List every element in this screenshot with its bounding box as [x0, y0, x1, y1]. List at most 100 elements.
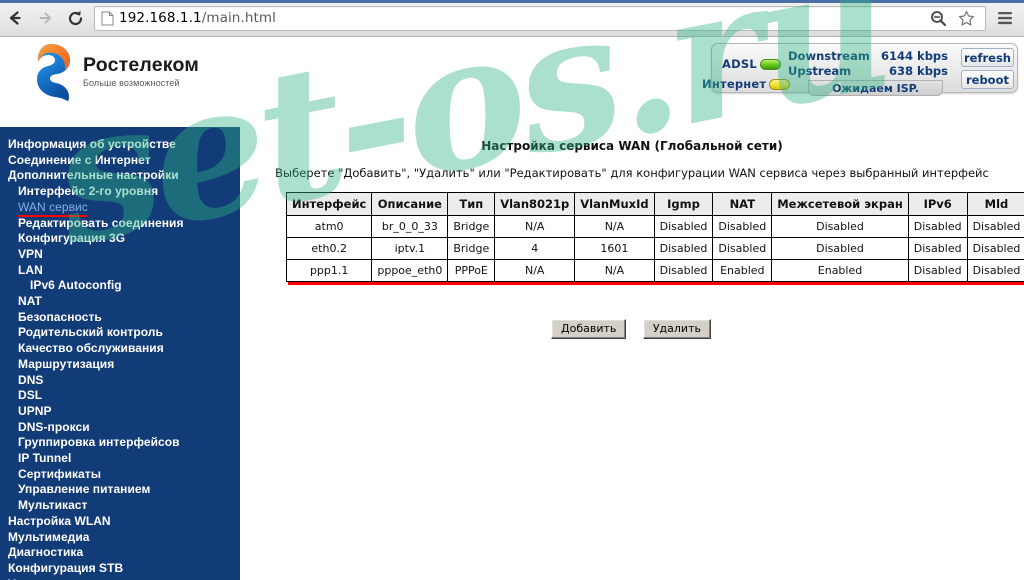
- sidebar-item-label: Соединение с Интернет: [8, 152, 151, 167]
- sidebar-item-23[interactable]: Мультикаст: [0, 498, 240, 514]
- reload-icon: [68, 10, 82, 25]
- table-cell: N/A: [574, 259, 655, 282]
- upstream-row: Upstream 638 kbps: [788, 64, 948, 79]
- table-cell: Disabled: [771, 237, 909, 260]
- table-header-cell: Тип: [447, 192, 496, 216]
- sidebar-item-18[interactable]: DNS-прокси: [0, 420, 240, 436]
- sidebar-item-label: Группировка интерфейсов: [18, 435, 180, 450]
- sidebar-item-label: Родительский контроль: [18, 325, 163, 340]
- sidebar-item-25[interactable]: Мультимедиа: [0, 530, 240, 546]
- highlight-underline: [288, 282, 1024, 285]
- sidebar-item-11[interactable]: Безопасность: [0, 310, 240, 326]
- sidebar-item-24[interactable]: Настройка WLAN: [0, 514, 240, 530]
- sidebar-item-15[interactable]: DNS: [0, 373, 240, 389]
- sidebar-item-label: DNS-прокси: [18, 419, 90, 434]
- url-path: /main.html: [201, 10, 277, 26]
- table-header-cell: NAT: [712, 192, 773, 216]
- sidebar-item-7[interactable]: VPN: [0, 247, 240, 263]
- status-panel: ADSL Интернет Downstream 6144 kbps Upstr…: [702, 43, 1018, 96]
- sidebar-item-26[interactable]: Диагностика: [0, 545, 240, 561]
- forward-button[interactable]: [30, 3, 60, 33]
- browser-toolbar: 192.168.1.1/main.html: [0, 0, 1024, 37]
- sidebar-item-12[interactable]: Родительский контроль: [0, 325, 240, 341]
- sidebar-item-label: Сертификаты: [18, 466, 101, 481]
- table-cell: N/A: [494, 215, 576, 238]
- sidebar-item-label: NAT: [18, 294, 42, 309]
- upstream-label: Upstream: [788, 64, 852, 78]
- sidebar-item-0[interactable]: Информация об устройстве: [0, 137, 240, 153]
- sidebar-item-16[interactable]: DSL: [0, 388, 240, 404]
- table-header-cell: Igmp: [653, 192, 714, 216]
- internet-label: Интернет: [702, 77, 767, 91]
- reload-button[interactable]: [60, 3, 90, 33]
- sidebar-item-label: VPN: [18, 246, 43, 261]
- internet-status: Интернет: [702, 77, 791, 91]
- star-icon: [958, 10, 974, 26]
- table-cell: br_0_0_33: [371, 215, 449, 238]
- page-title: Настройка сервиса WAN (Глобальной сети): [481, 139, 783, 153]
- sidebar-item-13[interactable]: Качество обслуживания: [0, 341, 240, 357]
- downstream-label: Downstream: [788, 49, 870, 63]
- main-menu-button[interactable]: [992, 5, 1018, 31]
- rostelecom-logo-icon: [27, 41, 74, 103]
- zoom-out-button[interactable]: [925, 5, 951, 31]
- sidebar-item-label: Безопасность: [18, 309, 102, 324]
- sidebar-item-2[interactable]: Дополнительные настройки: [0, 168, 240, 184]
- table-cell: atm0: [285, 215, 373, 238]
- sidebar-item-14[interactable]: Маршрутизация: [0, 357, 240, 373]
- sidebar-item-10[interactable]: NAT: [0, 294, 240, 310]
- refresh-button[interactable]: refresh: [961, 48, 1014, 67]
- sidebar-item-label: WAN сервис: [18, 199, 88, 217]
- brand-tagline: Больше возможностей: [83, 78, 180, 89]
- remove-button[interactable]: Удалить: [642, 319, 711, 339]
- sidebar-item-22[interactable]: Управление питанием: [0, 482, 240, 498]
- sidebar-item-1[interactable]: Соединение с Интернет: [0, 153, 240, 169]
- table-cell: Disabled: [712, 215, 773, 238]
- adsl-status: ADSL: [722, 57, 781, 71]
- sidebar-item-label: Интерфейс 2-го уровня: [18, 184, 159, 199]
- sidebar-item-label: Качество обслуживания: [18, 341, 164, 356]
- brand-logo[interactable]: Ростелеком Больше возможностей: [27, 41, 199, 103]
- table-cell: pppoe_eth0: [371, 259, 449, 282]
- table-cell: Disabled: [653, 215, 714, 238]
- table-cell: PPPoE: [447, 259, 496, 282]
- table-cell: N/A: [574, 215, 655, 238]
- sidebar-item-label: Редактировать соединения: [18, 215, 184, 230]
- sidebar-item-label: Мультимедиа: [8, 529, 90, 544]
- sidebar-item-8[interactable]: LAN: [0, 263, 240, 279]
- address-bar-text: 192.168.1.1/main.html: [119, 10, 276, 26]
- sidebar-item-label: Конфигурация STB: [8, 560, 124, 575]
- sidebar-item-label: Настройка WLAN: [8, 513, 111, 528]
- sidebar-item-9[interactable]: IPv6 Autoconfig: [0, 278, 240, 294]
- sidebar-item-20[interactable]: IP Tunnel: [0, 451, 240, 467]
- page-description: Выберете "Добавить", "Удалить" или "Реда…: [275, 166, 989, 180]
- sidebar-item-5[interactable]: Редактировать соединения: [0, 216, 240, 232]
- table-cell: ppp1.1: [285, 259, 373, 282]
- table-cell: Disabled: [653, 237, 714, 260]
- table-header-cell: VlanMuxId: [574, 192, 655, 216]
- sidebar-item-21[interactable]: Сертификаты: [0, 467, 240, 483]
- brand-text: Ростелеком Больше возможностей: [83, 55, 199, 89]
- back-arrow-icon: [9, 11, 21, 25]
- sidebar-item-3[interactable]: Интерфейс 2-го уровня: [0, 184, 240, 200]
- reboot-button[interactable]: reboot: [961, 70, 1014, 89]
- table-row: ppp1.1 pppoe_eth0 PPPoE N/A N/A Disabled Enabl…: [285, 259, 1024, 282]
- table-cell: Disabled: [907, 237, 968, 260]
- sidebar-item-27[interactable]: Конфигурация STB: [0, 561, 240, 577]
- table-cell: Disabled: [712, 237, 773, 260]
- address-bar-actions: [925, 5, 981, 31]
- bookmark-button[interactable]: [953, 5, 979, 31]
- table-header-cell: Межсетевой экран: [771, 192, 909, 216]
- add-button[interactable]: Добавить: [551, 319, 627, 339]
- sidebar-item-label: IPv6 Autoconfig: [30, 278, 122, 293]
- sidebar-item-19[interactable]: Группировка интерфейсов: [0, 435, 240, 451]
- sidebar-item-label: DSL: [18, 388, 43, 403]
- sidebar-item-6[interactable]: Конфигурация 3G: [0, 231, 240, 247]
- table-cell: eth0.2: [285, 237, 373, 260]
- back-button[interactable]: [0, 3, 30, 33]
- sidebar-item-17[interactable]: UPNP: [0, 404, 240, 420]
- table-cell: Bridge: [447, 215, 496, 238]
- sidebar-item-label: IP Tunnel: [18, 451, 72, 466]
- address-bar[interactable]: 192.168.1.1/main.html: [94, 5, 986, 31]
- sidebar-item-4[interactable]: WAN сервис: [0, 199, 240, 217]
